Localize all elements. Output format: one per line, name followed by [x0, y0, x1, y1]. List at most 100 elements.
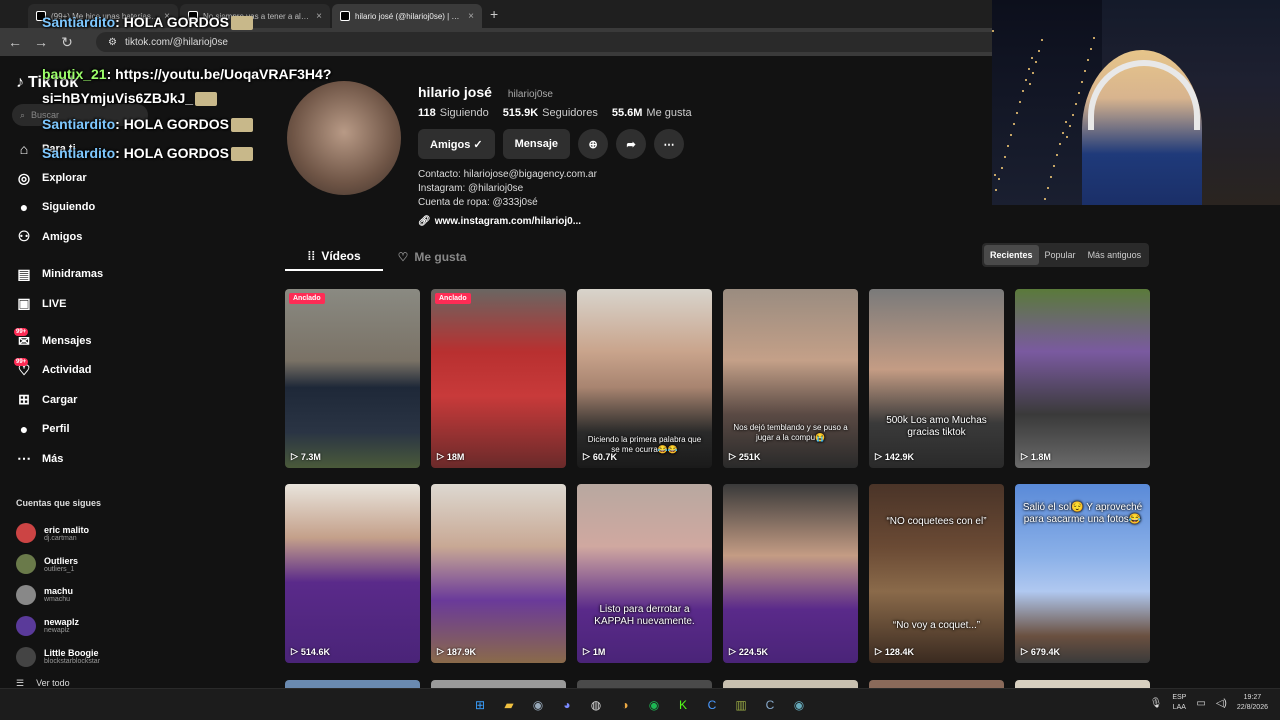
new-tab-button[interactable]: +: [490, 6, 498, 22]
following-account[interactable]: Outliers outliers_1: [16, 549, 100, 580]
video-thumbnail[interactable]: Nos dejó temblando y se puso a jugar a l…: [723, 289, 858, 468]
volume-icon[interactable]: ◁): [1216, 698, 1227, 709]
sidebar-item-label: Amigos: [42, 230, 83, 243]
sidebar-item-mensajes[interactable]: ✉ 99+ Mensajes: [14, 326, 103, 355]
windows-start-icon[interactable]: ⊞: [470, 695, 490, 715]
mic-icon[interactable]: 🎙︎: [1150, 698, 1163, 709]
sidebar-item-label: Más: [42, 452, 64, 465]
video-thumbnail[interactable]: Salió el sol😌 Y aproveché para sacarme u…: [1015, 484, 1150, 663]
view-count: ▷ 142.9K: [875, 451, 914, 462]
following-account[interactable]: eric malito dj.cartman: [16, 518, 100, 549]
app-icon[interactable]: ▥: [731, 695, 751, 715]
obs-icon[interactable]: ◍: [586, 695, 606, 715]
sidebar-item-amigos[interactable]: ⚇ Amigos: [16, 222, 103, 251]
tiktok-note-icon: ♪: [16, 74, 24, 91]
view-count: ▷ 128.4K: [875, 646, 914, 657]
city-light: [1038, 50, 1040, 52]
view-count: ▷ 1.8M: [1021, 451, 1051, 462]
video-thumbnail[interactable]: 500k Los amo Muchas gracias tiktok ▷ 142.9…: [869, 289, 1004, 468]
tab-likes[interactable]: ♡ Me gusta: [383, 243, 481, 271]
message-button[interactable]: Mensaje: [502, 129, 571, 159]
friends-button[interactable]: Amigos ✓: [418, 129, 495, 159]
profile-link[interactable]: 🔗︎ www.instagram.com/hilarioj0...: [418, 216, 581, 227]
add-user-icon: ⊕: [588, 138, 598, 151]
city-light: [1093, 37, 1095, 39]
view-count: ▷ 514.6K: [291, 646, 330, 657]
sort-recent-button[interactable]: Recientes: [984, 245, 1039, 265]
following-account[interactable]: machu wmachu: [16, 580, 100, 611]
site-info-icon[interactable]: ⚙: [108, 37, 117, 48]
upload-icon: ⊞: [18, 391, 30, 408]
video-thumbnail[interactable]: ▷ 1.8M: [1015, 289, 1150, 468]
steam-icon[interactable]: ◉: [528, 695, 548, 715]
close-tab-icon[interactable]: ×: [316, 11, 322, 22]
share-button[interactable]: ➦: [616, 129, 647, 159]
profile-link-text: www.instagram.com/hilarioj0...: [434, 216, 582, 227]
chat-username: Santiardito: [42, 116, 116, 132]
following-account[interactable]: Little Boogie blockstarblockstar: [16, 641, 100, 672]
profile-tabs: ⁞⁞ Vídeos ♡ Me gusta: [285, 243, 481, 271]
emote-image: [230, 118, 253, 133]
view-count-value: 1.8M: [1030, 451, 1051, 462]
view-count-value: 187.9K: [446, 646, 476, 657]
video-thumbnail[interactable]: ▷ 514.6K: [285, 484, 420, 663]
friends-icon: ⚇: [17, 228, 31, 245]
kick-icon[interactable]: K: [673, 695, 693, 715]
file-explorer-icon[interactable]: ▰: [499, 695, 519, 715]
video-thumbnail[interactable]: ▷ 187.9K: [431, 484, 566, 663]
likes-count: 55.6M: [611, 107, 643, 119]
network-icon[interactable]: ▭: [1196, 698, 1205, 709]
sidebar-item-siguiendo[interactable]: ● Siguiendo: [16, 193, 103, 222]
sidebar-item-explorar[interactable]: ◎ Explorar: [16, 163, 103, 192]
sidebar-item-más[interactable]: ⋯ Más: [16, 444, 103, 473]
sort-oldest-button[interactable]: Más antiguos: [1082, 245, 1148, 265]
video-thumbnail[interactable]: Anclado ▷ 7.3M: [285, 289, 420, 468]
play-icon: ▷: [875, 646, 882, 656]
sort-popular-button[interactable]: Popular: [1039, 245, 1082, 265]
ccleaner-2-icon[interactable]: C: [760, 695, 780, 715]
followers-stat[interactable]: 515.9K Seguidores: [503, 107, 598, 119]
avatar: [16, 523, 36, 544]
following-account[interactable]: newaplz newaplz: [16, 610, 100, 641]
view-count: ▷ 18M: [437, 451, 464, 462]
profile-avatar[interactable]: [287, 81, 401, 195]
play-icon: ▷: [291, 646, 298, 656]
chrome-icon[interactable]: ◑: [615, 695, 635, 715]
sidebar-item-live[interactable]: ▣ LIVE: [16, 289, 103, 318]
language-indicator[interactable]: ESP LAA: [1172, 693, 1186, 713]
video-thumbnail[interactable]: Anclado ▷ 18M: [431, 289, 566, 468]
account-text: machu wmachu: [44, 586, 73, 603]
steam-2-icon[interactable]: ◉: [789, 695, 809, 715]
following-stat[interactable]: 118 Siguiendo: [418, 107, 489, 119]
browser-tab[interactable]: hilario josé (@hilarioj0se) | TikT... ×: [332, 4, 482, 28]
video-thumbnail[interactable]: Listo para derrotar a KAPPAH nuevamente.…: [577, 484, 712, 663]
tiktok-favicon-icon: [340, 11, 350, 21]
sidebar-item-minidramas[interactable]: ▤ Minidramas: [16, 260, 103, 289]
sidebar-item-actividad[interactable]: ♡ 99+ Actividad: [14, 356, 103, 385]
clock[interactable]: 19:27 22/8/2026: [1237, 693, 1268, 713]
sidebar-item-cargar[interactable]: ⊞ Cargar: [16, 385, 103, 414]
city-light: [1090, 48, 1092, 50]
clock-time: 19:27: [1243, 694, 1262, 701]
city-light: [1007, 145, 1009, 147]
lang-top: ESP: [1172, 694, 1187, 701]
ccleaner-icon[interactable]: C: [702, 695, 722, 715]
video-caption: Salió el sol😌 Y aproveché para sacarme u…: [1022, 502, 1143, 525]
add-friend-button[interactable]: ⊕: [578, 129, 609, 159]
forward-icon[interactable]: →: [34, 34, 48, 50]
play-icon: ▷: [291, 451, 298, 461]
close-tab-icon[interactable]: ×: [468, 11, 474, 22]
back-icon[interactable]: ←: [8, 34, 22, 50]
sidebar-item-label: Siguiendo: [42, 201, 96, 214]
tab-videos[interactable]: ⁞⁞ Vídeos: [285, 243, 383, 271]
video-thumbnail[interactable]: Diciendo la primera palabra que se me oc…: [577, 289, 712, 468]
spotify-icon[interactable]: ◉: [644, 695, 664, 715]
video-thumbnail[interactable]: ▷ 224.5K: [723, 484, 858, 663]
reload-icon[interactable]: ↻: [60, 34, 74, 51]
sidebar-item-perfil[interactable]: ● Perfil: [16, 415, 103, 444]
video-thumbnail[interactable]: “NO coquetees con el” “No voy a coquet...…: [869, 484, 1004, 663]
more-button[interactable]: ⋯: [654, 129, 685, 159]
discord-icon[interactable]: ◕: [557, 695, 577, 715]
url-field[interactable]: ⚙ tiktok.com/@hilarioj0se: [96, 32, 1056, 52]
